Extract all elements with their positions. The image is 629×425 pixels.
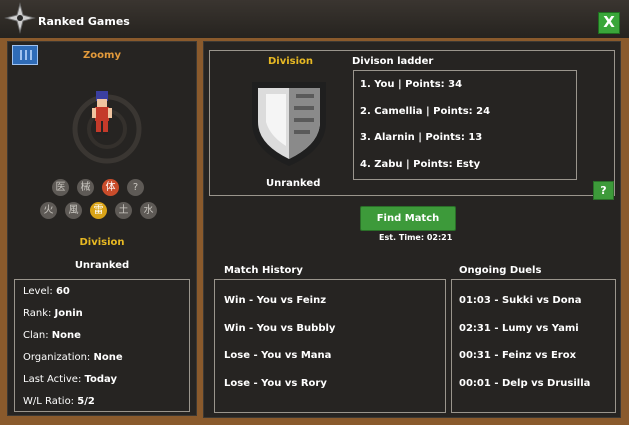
ongoing-duels-title: Ongoing Duels: [459, 265, 542, 276]
wind-element-icon[interactable]: 風: [65, 202, 82, 219]
stat-label: Rank:: [23, 308, 55, 319]
body-element-icon[interactable]: 体: [102, 179, 119, 196]
ladder-entry: 3. Alarnin | Points: 13: [360, 132, 483, 143]
stat-label: W/L Ratio:: [23, 396, 78, 407]
match-history-item[interactable]: Win - You vs Feinz: [224, 295, 326, 306]
stat-value: Today: [84, 374, 117, 385]
stat-value: None: [93, 352, 123, 363]
water-element-icon[interactable]: 水: [140, 202, 157, 219]
ongoing-duel-item[interactable]: 00:31 - Feinz vs Erox: [459, 350, 576, 361]
stat-value: 5/2: [77, 396, 95, 407]
stat-label: Last Active:: [23, 374, 85, 385]
match-history-item[interactable]: Win - You vs Bubbly: [224, 323, 335, 334]
stat-row: Level: 60: [23, 286, 70, 297]
medical-element-icon[interactable]: 医: [52, 179, 69, 196]
match-history-list: Win - You vs Feinz Win - You vs Bubbly Los…: [214, 279, 446, 413]
stat-row: Rank: Jonin: [23, 308, 83, 319]
shuriken-icon: [4, 2, 36, 34]
window-title: Ranked Games: [38, 15, 130, 28]
match-history-item[interactable]: Lose - You vs Rory: [224, 378, 327, 389]
close-button[interactable]: X: [598, 12, 620, 34]
stat-value: 60: [55, 286, 70, 297]
player-name: Zoomy: [83, 50, 121, 61]
stat-row: Last Active: Today: [23, 374, 117, 385]
division-card-value: Unranked: [266, 178, 321, 189]
stat-label: Level:: [23, 286, 56, 297]
help-button[interactable]: ?: [593, 181, 614, 200]
ladder-title: Divison ladder: [352, 56, 434, 67]
stat-value: Jonin: [54, 308, 83, 319]
ranked-main-panel: Division Unranked Divison ladder 1. You …: [203, 41, 621, 418]
match-history-item[interactable]: Lose - You vs Mana: [224, 350, 331, 361]
unranked-shield-icon: [252, 82, 326, 166]
unknown-element-icon[interactable]: ?: [127, 179, 144, 196]
ongoing-duel-item[interactable]: 02:31 - Lumy vs Yami: [459, 323, 579, 334]
lightning-element-icon[interactable]: 雷: [90, 202, 107, 219]
ladder-entry: 1. You | Points: 34: [360, 79, 463, 90]
stat-label: Organization:: [23, 352, 94, 363]
division-card: Division Unranked Divison ladder 1. You …: [209, 50, 615, 200]
fire-element-icon[interactable]: 火: [40, 202, 57, 219]
stat-row: W/L Ratio: 5/2: [23, 396, 95, 407]
character-avatar: [92, 91, 112, 135]
tool-element-icon[interactable]: 械: [77, 179, 94, 196]
division-card-title: Division: [268, 56, 314, 67]
ongoing-duel-item[interactable]: 00:01 - Delp vs Drusilla: [459, 378, 590, 389]
ladder-entry: 4. Zabu | Points: Esty: [360, 158, 481, 170]
stats-box: Level: 60 Rank: Jonin Clan: None Organizati…: [14, 279, 190, 412]
profile-panel: Zoomy 医械体? 火風雷土水 Division Unranked Level…: [7, 41, 197, 416]
stat-value: None: [51, 330, 81, 341]
ongoing-duels-list: 01:03 - Sukki vs Dona 02:31 - Lumy vs Yam…: [451, 279, 616, 413]
stat-row: Organization: None: [23, 352, 123, 363]
ladder-list: 1. You | Points: 34 2. Camellia | Points:…: [353, 70, 577, 180]
earth-element-icon[interactable]: 土: [115, 202, 132, 219]
stat-label: Clan:: [23, 330, 52, 341]
estimated-time: Est. Time: 02:21: [379, 233, 453, 242]
match-history-title: Match History: [224, 265, 303, 276]
stat-row: Clan: None: [23, 330, 81, 341]
title-bar[interactable]: Ranked Games X: [0, 0, 629, 38]
ranked-games-window: Ranked Games X Zoomy 医械体? 火風雷土水 Division…: [0, 0, 629, 425]
ongoing-duel-item[interactable]: 01:03 - Sukki vs Dona: [459, 295, 581, 306]
division-label: Division: [79, 237, 125, 248]
find-match-button[interactable]: Find Match: [360, 206, 456, 231]
ladder-entry: 2. Camellia | Points: 24: [360, 105, 491, 117]
division-value: Unranked: [74, 260, 130, 271]
